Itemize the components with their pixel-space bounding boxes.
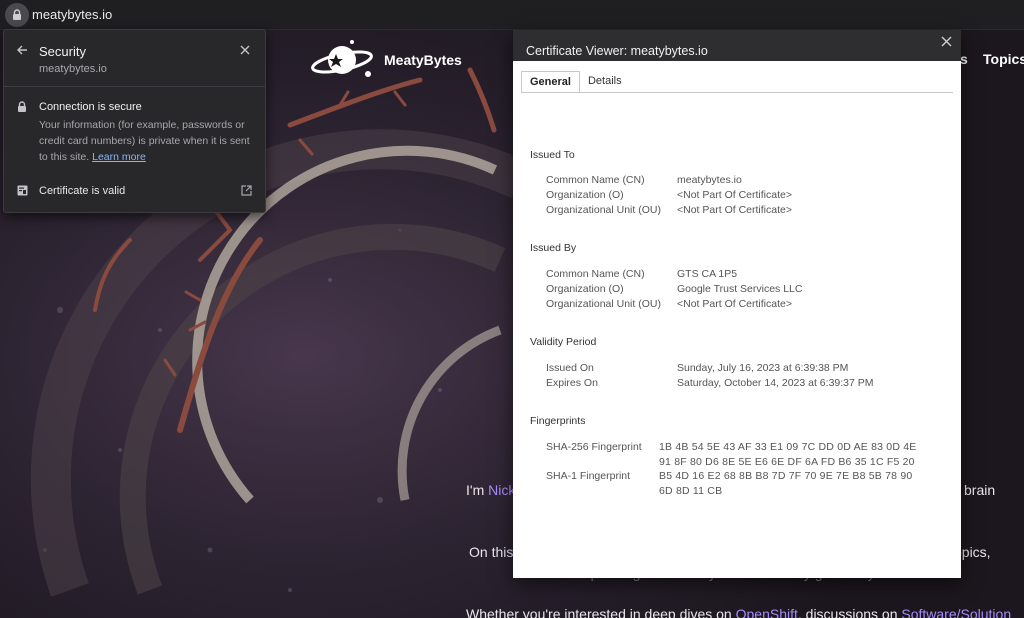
intro-text: I'm Nick [466, 482, 515, 498]
site-info-button[interactable] [5, 2, 29, 27]
certificate-viewer-dialog: Certificate Viewer: meatybytes.io Genera… [513, 30, 961, 578]
tab-general[interactable]: General [521, 71, 580, 93]
tab-details[interactable]: Details [580, 71, 630, 93]
url-text[interactable]: meatybytes.io [32, 7, 112, 22]
lock-icon [13, 8, 21, 20]
sha256-value-line1: 1B 4B 54 5E 43 AF 33 E1 09 7C DD 0D AE 8… [659, 441, 917, 453]
connection-description: Your information (for example, passwords… [39, 117, 259, 165]
nav-item-partial[interactable]: s [960, 51, 968, 67]
security-title: Security [39, 44, 86, 59]
address-bar: meatybytes.io [0, 0, 1024, 30]
divider [4, 86, 265, 87]
planet-logo-icon[interactable] [310, 38, 376, 82]
connection-secure-title[interactable]: Connection is secure [39, 101, 142, 113]
learn-more-link[interactable]: Learn more [92, 151, 146, 163]
software-solution-link[interactable]: Software/Solution [901, 606, 1011, 618]
field-value: <Not Part Of Certificate> [677, 298, 792, 310]
close-icon[interactable] [941, 36, 952, 47]
line2-prefix: On this [469, 544, 514, 560]
issued-by-heading: Issued By [530, 242, 577, 254]
field-label: Common Name (CN) [546, 174, 645, 186]
intro-suffix: brain [964, 482, 996, 498]
line3-prefix: Whether you're interested in deep dives … [466, 606, 736, 618]
external-link-icon[interactable] [241, 185, 252, 196]
site-header: MeatyBytes [310, 38, 462, 82]
site-brand[interactable]: MeatyBytes [384, 52, 462, 68]
line3-text: Whether you're interested in deep dives … [466, 606, 1011, 618]
security-popup: Security meatybytes.io Connection is sec… [3, 29, 266, 213]
sha1-value-line1: B5 4D 16 E2 68 8B B8 7D 7F 70 9E 7E B8 5… [659, 470, 913, 482]
field-value: Saturday, October 14, 2023 at 6:39:37 PM [677, 377, 874, 389]
sha1-value-line2: 6D 8D 11 CB [659, 485, 723, 497]
fingerprints-heading: Fingerprints [530, 415, 586, 427]
openshift-link[interactable]: OpenShift [736, 606, 798, 618]
lock-icon [18, 101, 26, 112]
validity-heading: Validity Period [530, 336, 597, 348]
back-arrow-icon[interactable] [16, 44, 28, 56]
field-value: meatybytes.io [677, 174, 742, 186]
field-value: GTS CA 1P5 [677, 268, 738, 280]
issued-to-heading: Issued To [530, 149, 575, 161]
sha1-label: SHA-1 Fingerprint [546, 470, 631, 482]
certificate-viewer-title: Certificate Viewer: meatybytes.io [526, 44, 708, 58]
field-label: Expires On [546, 377, 598, 389]
certificate-icon [17, 185, 28, 196]
close-icon[interactable] [240, 45, 250, 55]
sha256-value-line2: 91 8F 80 D6 8E 5E E6 6E DF 6A FD B6 35 1… [659, 456, 915, 468]
certificate-valid-button[interactable]: Certificate is valid [39, 185, 125, 197]
sha256-label: SHA-256 Fingerprint [546, 441, 642, 453]
field-label: Organization (O) [546, 283, 624, 295]
field-label: Organizational Unit (OU) [546, 204, 661, 216]
certificate-viewer-body: General Details Issued To Common Name (C… [513, 61, 961, 578]
field-value: Sunday, July 16, 2023 at 6:39:38 PM [677, 362, 849, 374]
security-domain: meatybytes.io [39, 63, 107, 75]
field-label: Organizational Unit (OU) [546, 298, 661, 310]
intro-name-link[interactable]: Nick [488, 482, 515, 498]
nav-item-topics[interactable]: Topics [983, 51, 1024, 67]
intro-prefix: I'm [466, 482, 489, 498]
field-label: Common Name (CN) [546, 268, 645, 280]
field-label: Organization (O) [546, 189, 624, 201]
tab-bar: General Details [521, 71, 630, 93]
tab-underline [521, 92, 953, 93]
field-label: Issued On [546, 362, 594, 374]
line3-middle: , discussions on [797, 606, 902, 618]
field-value: Google Trust Services LLC [677, 283, 803, 295]
field-value: <Not Part Of Certificate> [677, 189, 792, 201]
field-value: <Not Part Of Certificate> [677, 204, 792, 216]
